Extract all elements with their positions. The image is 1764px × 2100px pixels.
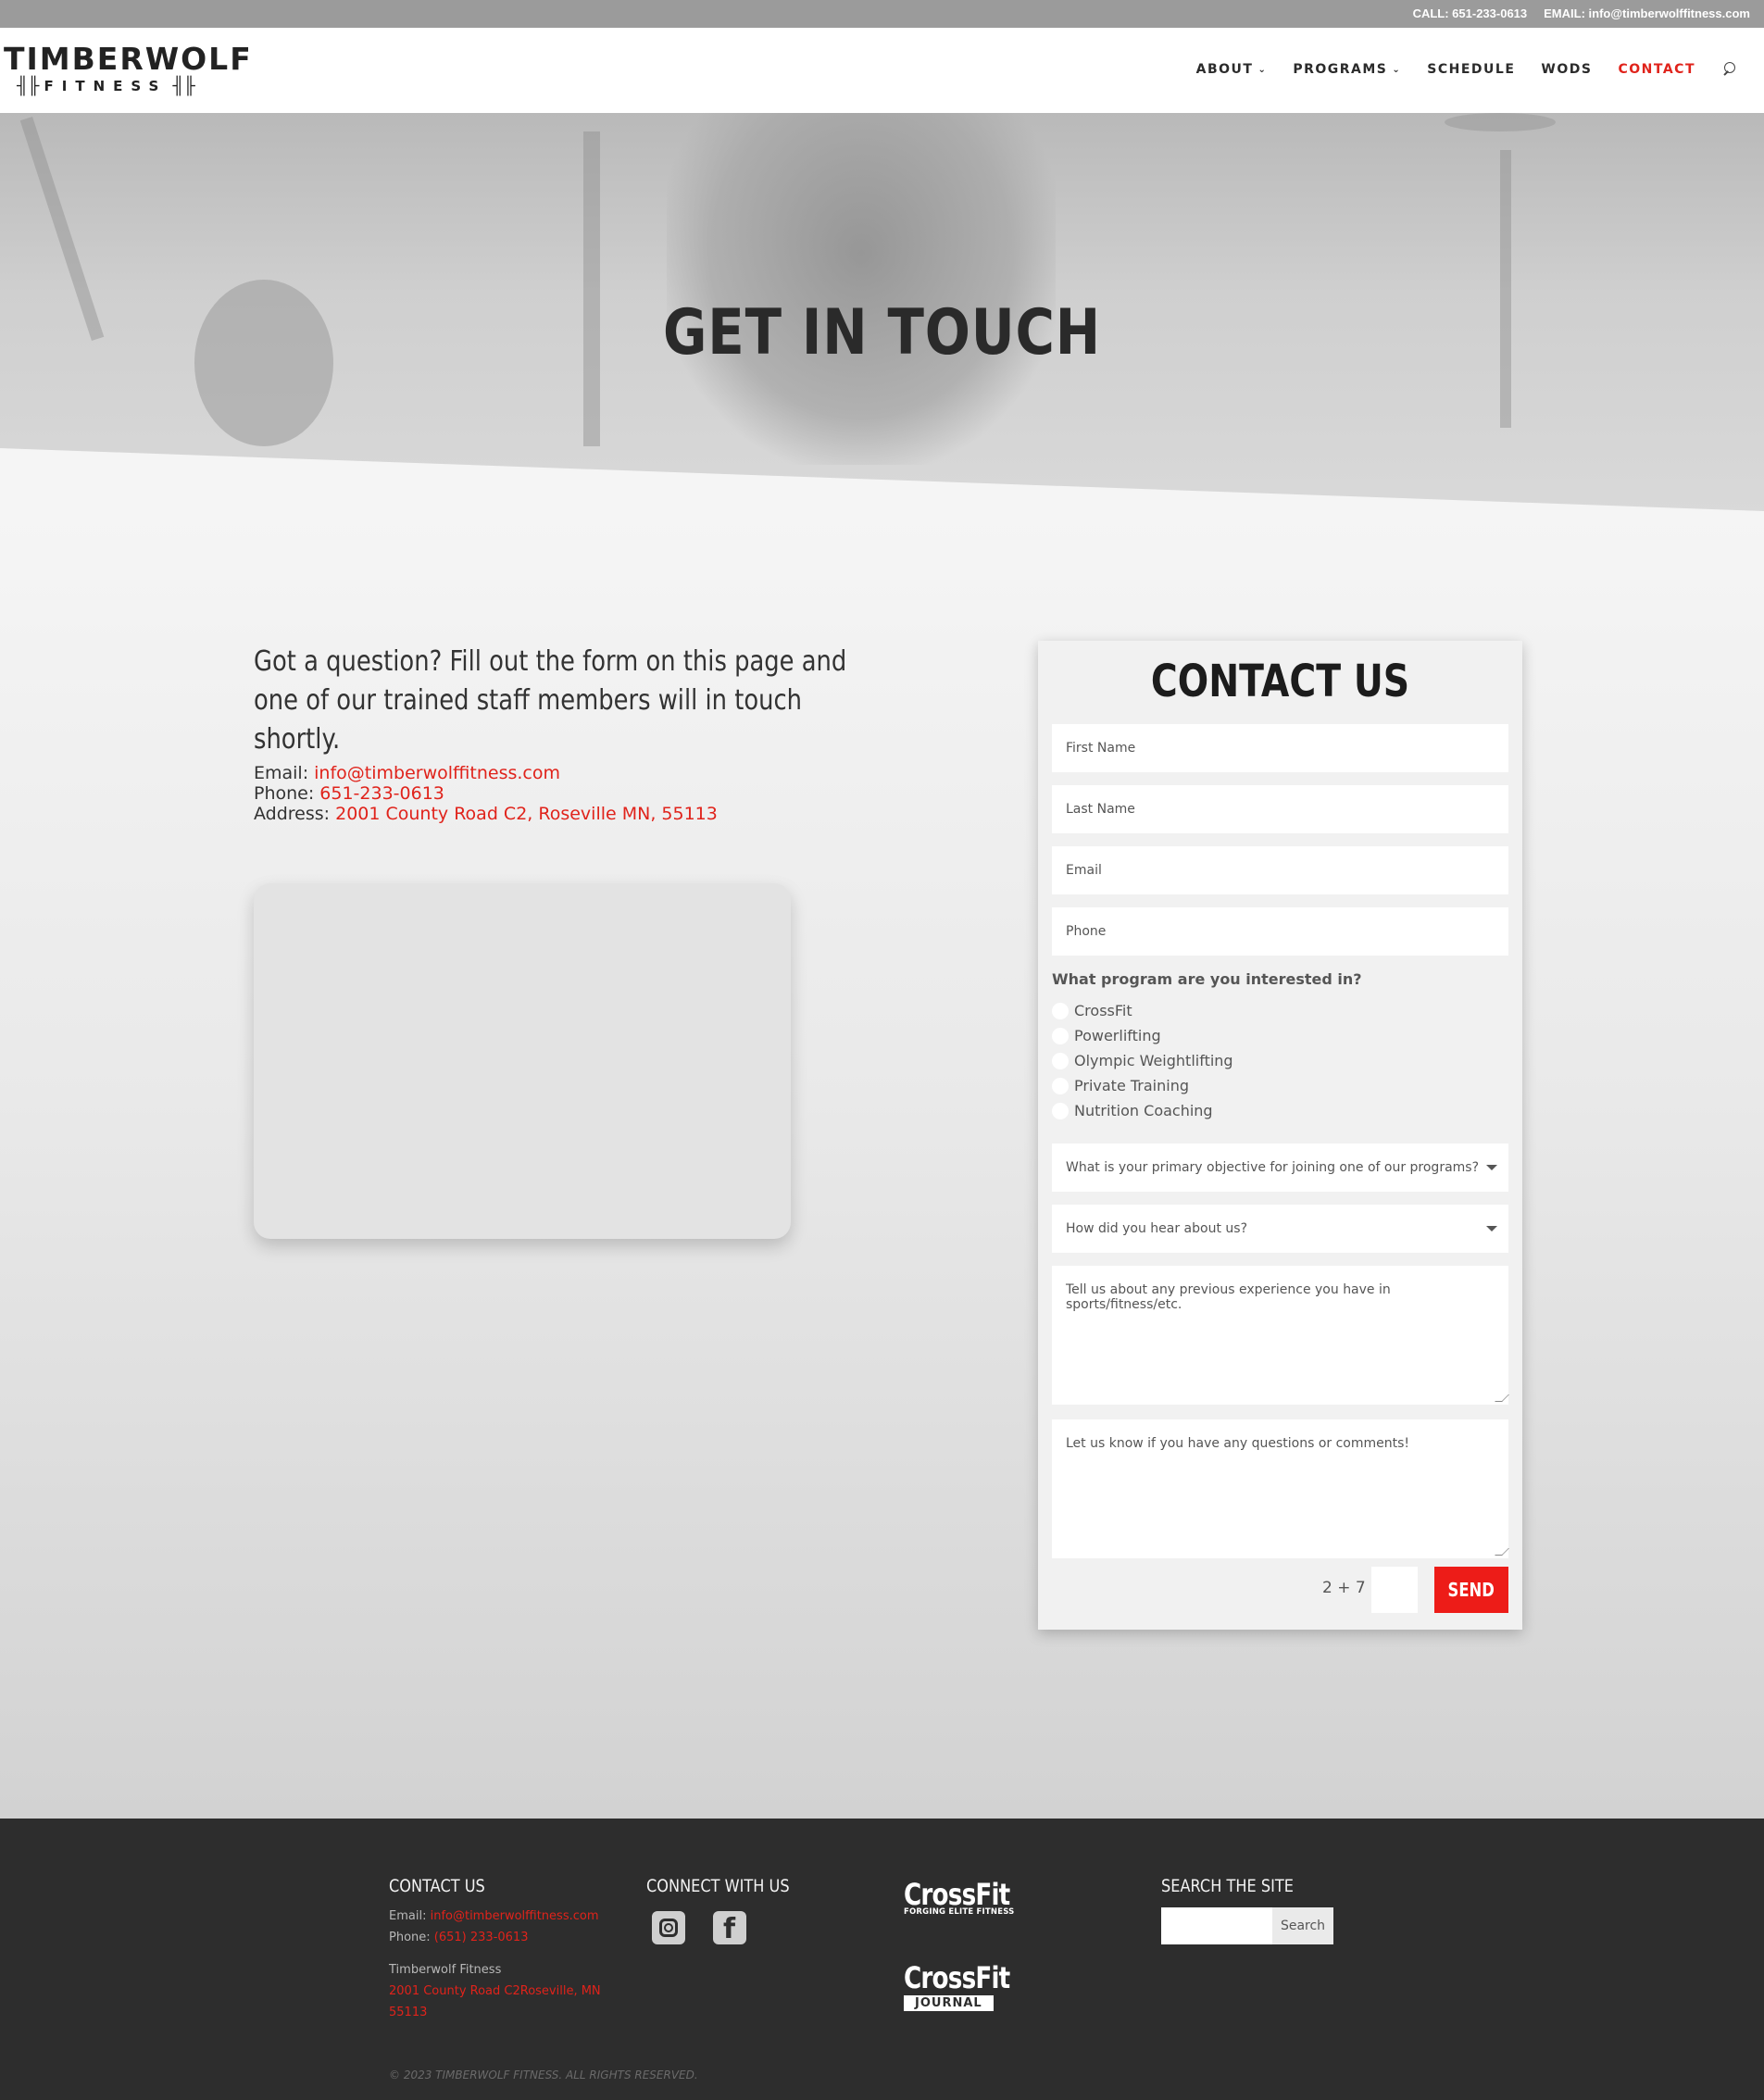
- dropdown-arrow-icon: [1486, 1226, 1497, 1231]
- phone-field[interactable]: Phone: [1052, 907, 1508, 956]
- objective-select[interactable]: What is your primary objective for joini…: [1052, 1144, 1508, 1192]
- intro-text: Got a question? Fill out the form on thi…: [254, 645, 847, 756]
- instagram-icon[interactable]: [652, 1911, 685, 1944]
- dropdown-arrow-icon: [1486, 1165, 1497, 1170]
- crossfit-logo[interactable]: CrossFit FORGING ELITE FITNESS: [904, 1880, 1089, 1917]
- footer-search-button[interactable]: Search: [1272, 1907, 1333, 1944]
- radio-olympic-weightlifting[interactable]: Olympic Weightlifting: [1052, 1048, 1233, 1073]
- radio-nutrition-coaching[interactable]: Nutrition Coaching: [1052, 1098, 1233, 1123]
- site-logo[interactable]: TIMBERWOLF ╢╟ FITNESS ╢╟: [4, 41, 253, 98]
- copyright: © 2023 TIMBERWOLF FITNESS. ALL RIGHTS RE…: [389, 2069, 698, 2081]
- barbell-right-icon: ╢╟: [172, 76, 194, 94]
- contact-details: Email: info@timberwolffitness.com Phone:…: [254, 763, 718, 824]
- form-title: CONTACT US: [1150, 656, 1410, 707]
- chevron-down-icon: ⌄: [1257, 64, 1268, 75]
- footer-search-heading: SEARCH THE SITE: [1161, 1876, 1294, 1896]
- radio-button[interactable]: [1052, 1052, 1069, 1069]
- footer-logos: CrossFit FORGING ELITE FITNESS CrossFit …: [904, 1880, 1089, 2011]
- logo-subtitle: FITNESS: [44, 77, 168, 94]
- resize-handle-icon[interactable]: [1495, 1394, 1509, 1402]
- radio-powerlifting[interactable]: Powerlifting: [1052, 1023, 1233, 1048]
- main-content: Got a question? Fill out the form on thi…: [0, 513, 1764, 1819]
- first-name-field[interactable]: First Name: [1052, 724, 1508, 772]
- program-question-label: What program are you interested in?: [1052, 970, 1362, 988]
- search-icon[interactable]: [1721, 61, 1738, 78]
- map-embed[interactable]: [254, 883, 791, 1239]
- top-bar-phone[interactable]: CALL: 651-233-0613: [1413, 6, 1528, 20]
- top-bar: CALL: 651-233-0613 EMAIL: info@timberwol…: [0, 0, 1764, 28]
- footer-address-line[interactable]: 2001 County Road C2Roseville, MN: [389, 1981, 611, 2002]
- resize-handle-icon[interactable]: [1495, 1548, 1509, 1556]
- facebook-icon[interactable]: [713, 1911, 746, 1945]
- last-name-field[interactable]: Last Name: [1052, 785, 1508, 833]
- footer-company: Timberwolf Fitness: [389, 1963, 502, 1977]
- footer-address-line[interactable]: 55113: [389, 2002, 611, 2023]
- nav-item-schedule[interactable]: SCHEDULE: [1427, 62, 1515, 77]
- footer-search-input[interactable]: [1161, 1907, 1272, 1944]
- crossfit-journal-logo[interactable]: CrossFit JOURNAL: [904, 1963, 1089, 2011]
- questions-textarea[interactable]: Let us know if you have any questions or…: [1052, 1419, 1509, 1558]
- radio-button[interactable]: [1052, 1102, 1069, 1119]
- footer-email-link[interactable]: info@timberwolffitness.com: [431, 1909, 599, 1923]
- footer-phone-link[interactable]: (651) 233-0613: [434, 1931, 529, 1944]
- footer-social: CONNECT WITH US: [646, 1876, 850, 1945]
- contact-address-link[interactable]: 2001 County Road C2, Roseville MN, 55113: [335, 804, 718, 824]
- site-footer: CONTACT US Email: info@timberwolffitness…: [0, 1819, 1764, 2100]
- top-bar-email[interactable]: EMAIL: info@timberwolffitness.com: [1544, 6, 1750, 20]
- radio-button[interactable]: [1052, 1027, 1069, 1044]
- footer-search: SEARCH THE SITE Search: [1161, 1876, 1383, 1944]
- nav-item-about[interactable]: ABOUT ⌄: [1196, 62, 1268, 77]
- contact-phone-link[interactable]: 651-233-0613: [319, 783, 444, 804]
- barbell-left-icon: ╢╟: [17, 76, 39, 94]
- program-radio-group: CrossFit Powerlifting Olympic Weightlift…: [1052, 998, 1233, 1123]
- nav-item-contact[interactable]: CONTACT: [1618, 62, 1695, 77]
- contact-form: CONTACT US First Name Last Name Email Ph…: [1038, 641, 1522, 1630]
- logo-wordmark: TIMBERWOLF: [4, 41, 253, 77]
- email-field[interactable]: Email: [1052, 846, 1508, 894]
- footer-contact: CONTACT US Email: info@timberwolffitness…: [389, 1876, 611, 2023]
- nav-item-programs[interactable]: PROGRAMS ⌄: [1293, 62, 1401, 77]
- referral-select[interactable]: How did you hear about us?: [1052, 1205, 1508, 1253]
- radio-private-training[interactable]: Private Training: [1052, 1073, 1233, 1098]
- footer-contact-heading: CONTACT US: [389, 1876, 485, 1896]
- radio-crossfit[interactable]: CrossFit: [1052, 998, 1233, 1023]
- radio-button[interactable]: [1052, 1002, 1069, 1019]
- contact-email-link[interactable]: info@timberwolffitness.com: [314, 763, 560, 783]
- site-header: TIMBERWOLF ╢╟ FITNESS ╢╟ ABOUT ⌄ PROGRAM…: [0, 28, 1764, 113]
- hero-banner: GET IN TOUCH: [0, 113, 1764, 513]
- send-button[interactable]: SEND: [1434, 1567, 1508, 1613]
- main-nav: ABOUT ⌄ PROGRAMS ⌄ SCHEDULE WODS CONTACT: [1196, 61, 1738, 78]
- captcha-input[interactable]: [1371, 1567, 1418, 1613]
- nav-item-wods[interactable]: WODS: [1541, 62, 1592, 77]
- radio-button[interactable]: [1052, 1077, 1069, 1094]
- chevron-down-icon: ⌄: [1392, 64, 1402, 75]
- experience-textarea[interactable]: Tell us about any previous experience yo…: [1052, 1266, 1509, 1405]
- footer-connect-heading: CONNECT WITH US: [646, 1876, 790, 1896]
- page-title: GET IN TOUCH: [663, 296, 1101, 369]
